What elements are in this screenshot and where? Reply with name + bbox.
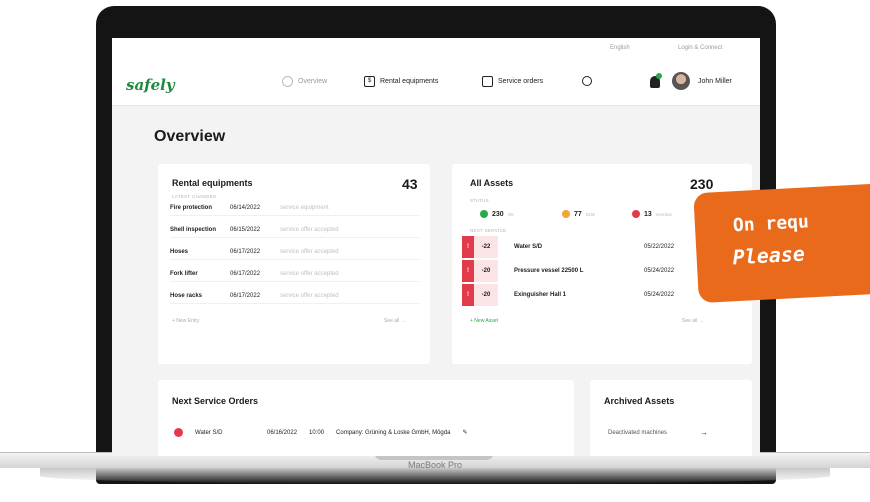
brand-logo[interactable]: safely bbox=[126, 76, 175, 94]
card-title: All Assets bbox=[470, 178, 514, 188]
table-row[interactable]: Hoses 06/17/2022 service offer accepted bbox=[170, 244, 420, 260]
alert-icon: ! bbox=[462, 284, 474, 306]
nav-item-service-orders[interactable]: Service orders bbox=[482, 76, 543, 87]
row-date: 06/17/2022 bbox=[230, 292, 261, 299]
status-due[interactable]: 77 DUE bbox=[562, 210, 595, 218]
asset-row[interactable]: ! -20 Pressure vessel 22500 L 05/24/2022 bbox=[462, 260, 712, 282]
asset-date: 05/24/2022 bbox=[644, 292, 675, 298]
status-ok[interactable]: 230 OK bbox=[480, 210, 514, 218]
equipment-icon: $ bbox=[364, 76, 375, 87]
stat-label: DUE bbox=[585, 211, 596, 217]
row-name: Fork lifter bbox=[170, 270, 198, 277]
stat-value: 77 bbox=[574, 210, 582, 218]
card-title: Rental equipments bbox=[172, 178, 253, 188]
new-asset-link[interactable]: + New Asset bbox=[470, 318, 498, 324]
days-overdue: -20 bbox=[474, 284, 498, 306]
section-caption: LATEST CHANGES bbox=[172, 194, 217, 199]
stat-label: overdue bbox=[655, 211, 673, 217]
login-link[interactable]: Login & Connect bbox=[678, 45, 722, 51]
overview-icon bbox=[282, 76, 293, 87]
laptop-shadow bbox=[40, 468, 830, 484]
stat-value: 230 bbox=[492, 210, 504, 218]
row-status: service equipment bbox=[280, 204, 329, 211]
row-name: Fire protection bbox=[170, 204, 213, 211]
promo-line-2: Please bbox=[732, 241, 806, 270]
row-date: 06/17/2022 bbox=[230, 248, 261, 255]
notification-dot bbox=[656, 73, 662, 79]
card-title: Next Service Orders bbox=[172, 396, 259, 406]
nav-item-label: Overview bbox=[298, 78, 328, 85]
order-time: 10:00 bbox=[309, 429, 325, 436]
next-service-orders-card: Next Service Orders Water S/D 06/16/2022… bbox=[158, 380, 574, 456]
table-row[interactable]: Shell inspection 06/15/2022 service offe… bbox=[170, 222, 420, 238]
alert-icon bbox=[174, 428, 183, 437]
see-all-link[interactable]: See all → bbox=[682, 318, 704, 324]
promo-line-1: On requ bbox=[732, 211, 810, 237]
card-count: 43 bbox=[402, 176, 418, 192]
days-overdue: -22 bbox=[474, 236, 498, 258]
row-status: service offer accepted bbox=[280, 270, 339, 277]
row-status: service offer accepted bbox=[280, 226, 339, 233]
rental-equipments-card: Rental equipments 43 LATEST CHANGES Fire… bbox=[158, 164, 430, 364]
main-nav: safely Overview $ Rental equipments Serv… bbox=[112, 60, 760, 106]
table-row[interactable]: Hose racks 06/17/2022 service offer acce… bbox=[170, 288, 420, 304]
device-label: MacBook Pro bbox=[407, 460, 463, 470]
row-date: 06/17/2022 bbox=[230, 270, 261, 277]
order-date: 06/16/2022 bbox=[267, 429, 298, 436]
alert-icon: ! bbox=[462, 236, 474, 258]
new-entry-link[interactable]: + New Entry bbox=[172, 318, 199, 324]
promo-badge[interactable]: On requ Please bbox=[693, 182, 870, 304]
warning-icon bbox=[562, 210, 570, 218]
laptop-base bbox=[0, 452, 870, 490]
app-screen: English Login & Connect safely Overview … bbox=[112, 38, 760, 456]
alert-icon bbox=[632, 210, 640, 218]
asset-name: Water S/D bbox=[514, 244, 543, 250]
row-name: Hoses bbox=[170, 248, 189, 255]
search-icon[interactable] bbox=[582, 76, 592, 86]
asset-row[interactable]: ! -20 Exinguisher Hall 1 05/24/2022 bbox=[462, 284, 712, 306]
row-status: service offer accepted bbox=[280, 248, 339, 255]
row-status: service offer accepted bbox=[280, 292, 339, 299]
orders-icon bbox=[482, 76, 493, 87]
row-name: Shell inspection bbox=[170, 226, 217, 233]
nav-item-label: Service orders bbox=[498, 78, 544, 85]
archived-assets-card: Archived Assets Deactivated machines → bbox=[590, 380, 752, 456]
deactivated-machines-link[interactable]: Deactivated machines bbox=[608, 430, 667, 436]
user-name[interactable]: John Miller bbox=[698, 78, 732, 85]
table-row[interactable]: Fork lifter 06/17/2022 service offer acc… bbox=[170, 266, 420, 282]
utility-bar: English Login & Connect bbox=[112, 38, 760, 60]
alert-icon: ! bbox=[462, 260, 474, 282]
service-order-row[interactable]: Water S/D 06/16/2022 10:00 Company: Grün… bbox=[174, 428, 554, 437]
stat-value: 13 bbox=[644, 210, 652, 218]
days-overdue: -20 bbox=[474, 260, 498, 282]
edit-icon[interactable]: ✎ bbox=[462, 429, 467, 436]
row-date: 06/15/2022 bbox=[230, 226, 261, 233]
section-caption: NEXT SERVICE bbox=[470, 228, 507, 233]
nav-item-rental-equipments[interactable]: $ Rental equipments bbox=[364, 76, 438, 87]
card-count: 230 bbox=[690, 176, 714, 192]
section-caption: STATUS bbox=[470, 198, 489, 203]
row-name: Hose racks bbox=[170, 292, 203, 299]
order-name: Water S/D bbox=[195, 429, 223, 436]
see-all-link[interactable]: See all → bbox=[384, 318, 406, 324]
arrow-right-icon: → bbox=[700, 428, 708, 437]
language-selector[interactable]: English bbox=[610, 45, 630, 51]
stat-label: OK bbox=[507, 211, 515, 217]
card-title: Archived Assets bbox=[604, 396, 675, 406]
table-row[interactable]: Fire protection 06/14/2022 service equip… bbox=[170, 200, 420, 216]
row-date: 06/14/2022 bbox=[230, 204, 261, 211]
asset-date: 05/24/2022 bbox=[644, 268, 675, 274]
asset-name: Exinguisher Hall 1 bbox=[514, 292, 567, 298]
status-overdue[interactable]: 13 overdue bbox=[632, 210, 672, 218]
nav-item-label: Rental equipments bbox=[380, 78, 439, 85]
asset-row[interactable]: ! -22 Water S/D 05/22/2022 bbox=[462, 236, 712, 258]
asset-name: Pressure vessel 22500 L bbox=[514, 268, 584, 274]
nav-item-overview[interactable]: Overview bbox=[282, 76, 327, 87]
product-showcase: MacBook Pro English Login & Connect safe… bbox=[0, 0, 870, 502]
order-company: Company: Grüning & Loske GmbH, Mögda bbox=[336, 429, 451, 436]
page-title: Overview bbox=[154, 128, 226, 145]
check-icon bbox=[480, 210, 488, 218]
avatar[interactable] bbox=[672, 72, 690, 90]
